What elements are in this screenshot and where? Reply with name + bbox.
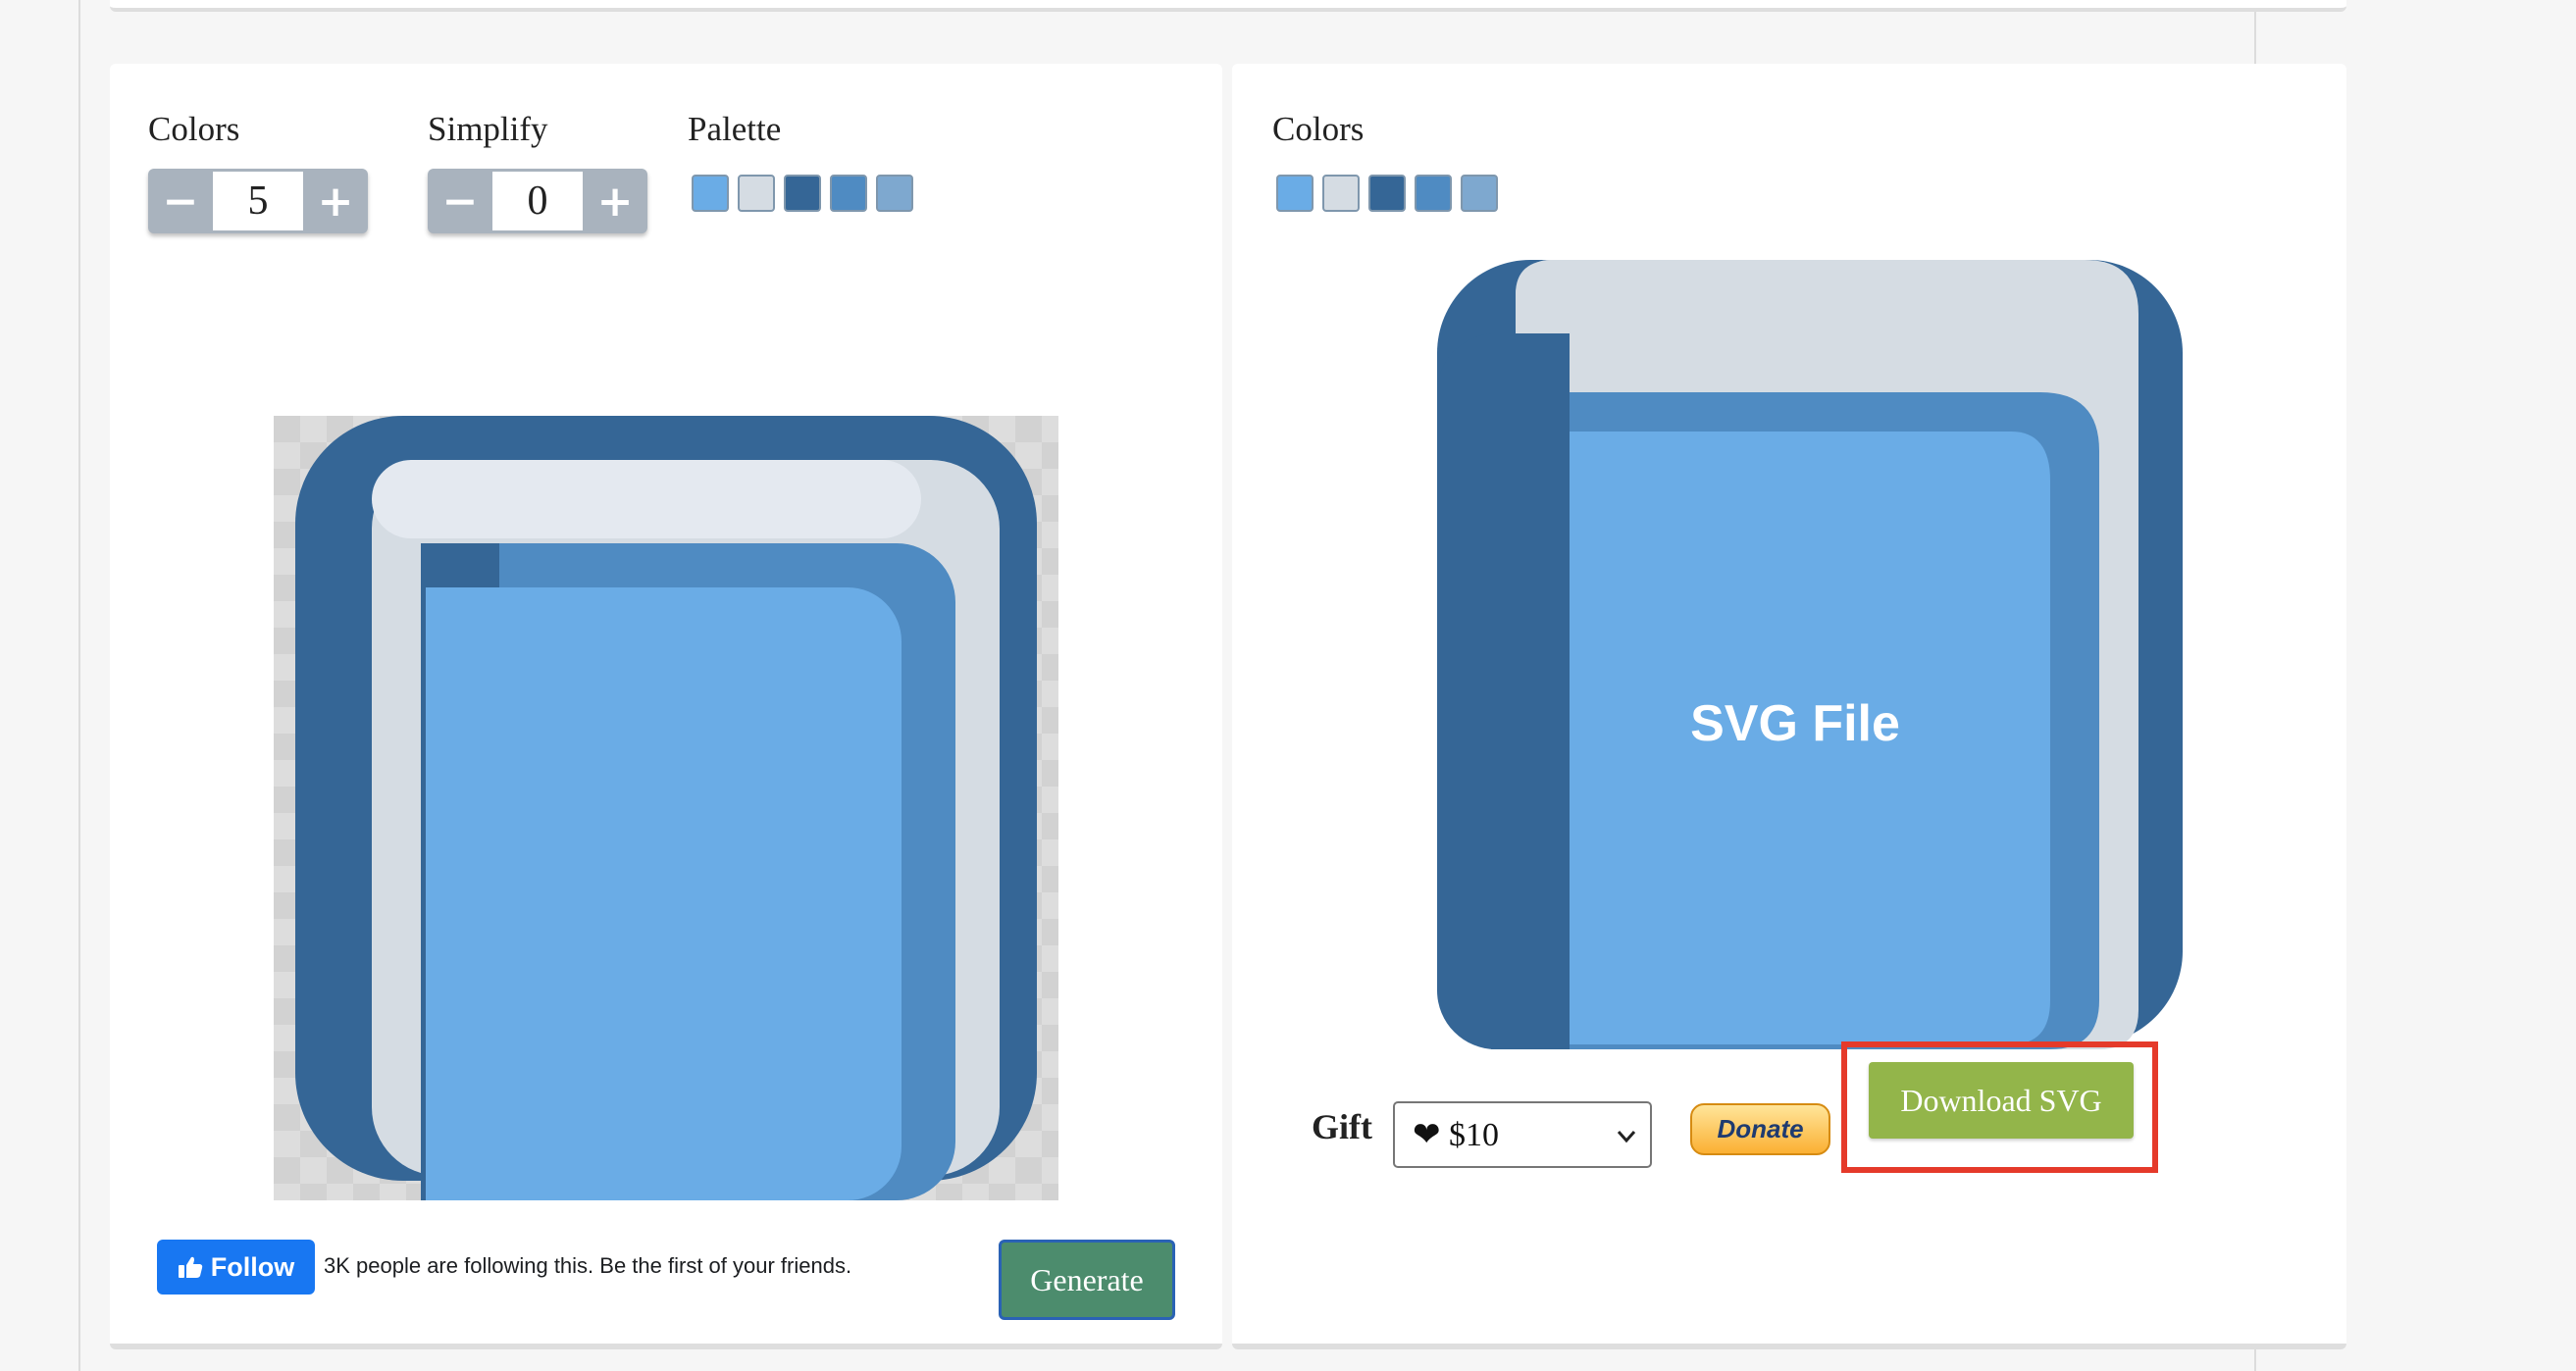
output-palette-swatch-2[interactable] <box>1322 175 1360 212</box>
colors-increment-button[interactable]: + <box>303 169 368 233</box>
donate-button[interactable]: Donate <box>1690 1103 1830 1155</box>
output-colors-label: Colors <box>1272 110 1365 148</box>
page-left-rule <box>78 0 80 1371</box>
palette-swatch-1[interactable] <box>692 175 729 212</box>
gift-amount-select[interactable]: ❤ $10 <box>1393 1101 1652 1168</box>
palette-swatch-3[interactable] <box>784 175 821 212</box>
input-image-preview <box>274 416 1058 1200</box>
palette-swatch-2[interactable] <box>738 175 775 212</box>
previous-panel-edge <box>110 0 2346 12</box>
thumbs-up-icon <box>178 1256 202 1278</box>
palette-swatch-5[interactable] <box>876 175 913 212</box>
simplify-stepper: − 0 + <box>428 169 647 233</box>
chevron-down-icon <box>1617 1131 1636 1143</box>
colors-label: Colors <box>148 110 240 148</box>
output-palette-swatch-4[interactable] <box>1415 175 1452 212</box>
svg-file-caption: SVG File <box>1690 695 1900 752</box>
generate-button[interactable]: Generate <box>999 1240 1175 1320</box>
simplify-value-input[interactable]: 0 <box>492 172 583 230</box>
blue-book-icon <box>295 416 1037 1200</box>
gift-selected-value: ❤ $10 <box>1413 1117 1499 1153</box>
output-palette-swatch-1[interactable] <box>1276 175 1314 212</box>
colors-decrement-button[interactable]: − <box>148 169 213 233</box>
simplify-decrement-button[interactable]: − <box>428 169 492 233</box>
palette-label: Palette <box>688 110 782 148</box>
palette-swatches <box>692 175 913 212</box>
follow-label: Follow <box>210 1251 295 1282</box>
simplify-increment-button[interactable]: + <box>583 169 647 233</box>
gift-label: Gift <box>1312 1107 1372 1146</box>
output-palette-swatch-3[interactable] <box>1368 175 1406 212</box>
colors-stepper: − 5 + <box>148 169 368 233</box>
output-svg-preview <box>1437 260 2183 1049</box>
colors-value-input[interactable]: 5 <box>213 172 303 230</box>
follow-count-text: 3K people are following this. Be the fir… <box>324 1253 852 1278</box>
output-palette-swatch-5[interactable] <box>1461 175 1498 212</box>
download-svg-button[interactable]: Download SVG <box>1869 1062 2134 1139</box>
palette-swatch-4[interactable] <box>830 175 867 212</box>
output-palette-swatches <box>1276 175 1498 212</box>
simplify-label: Simplify <box>428 110 548 148</box>
facebook-follow-button[interactable]: Follow <box>157 1240 315 1295</box>
